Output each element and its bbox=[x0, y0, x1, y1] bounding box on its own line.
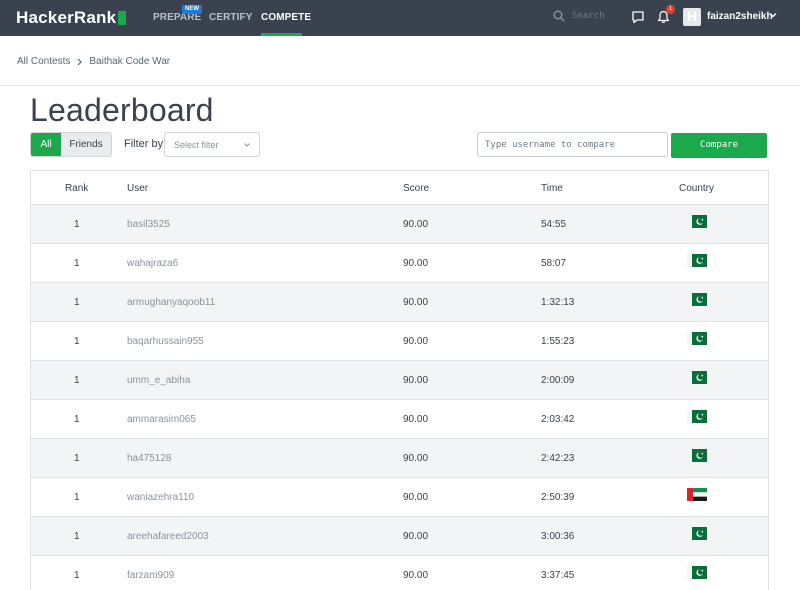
filter-label: Filter by bbox=[124, 138, 164, 150]
pakistan-flag-icon bbox=[687, 449, 707, 465]
username-link[interactable]: umm_e_abiha bbox=[127, 375, 190, 386]
rank-cell: 1 bbox=[74, 414, 80, 425]
header-score[interactable]: Score bbox=[403, 183, 429, 194]
time-cell: 1:55:23 bbox=[541, 336, 575, 347]
nav-compete[interactable]: COMPETE bbox=[261, 12, 311, 23]
pakistan-flag-icon bbox=[687, 215, 707, 231]
rank-cell: 1 bbox=[74, 570, 80, 581]
table-row: 1 farzam909 90.00 3:37:45 bbox=[31, 556, 768, 590]
rank-cell: 1 bbox=[74, 492, 80, 503]
rank-cell: 1 bbox=[74, 297, 80, 308]
breadcrumb-contest[interactable]: Baithak Code War bbox=[89, 56, 170, 67]
chevron-right-icon bbox=[77, 58, 83, 65]
rank-cell: 1 bbox=[74, 336, 80, 347]
username-label[interactable]: faizan2sheikh bbox=[707, 11, 773, 22]
time-cell: 2:00:09 bbox=[541, 375, 575, 386]
pakistan-flag-icon bbox=[687, 566, 707, 582]
score-cell: 90.00 bbox=[403, 258, 429, 269]
time-cell: 54:55 bbox=[541, 219, 567, 230]
score-cell: 90.00 bbox=[403, 492, 429, 503]
chevron-down-icon bbox=[244, 143, 250, 147]
top-nav: HackerRank PREPARE NEW CERTIFY COMPETE S… bbox=[0, 0, 800, 36]
avatar[interactable]: H bbox=[683, 8, 701, 26]
username-link[interactable]: areehafareed2003 bbox=[127, 531, 209, 542]
header-country[interactable]: Country bbox=[679, 183, 714, 194]
pakistan-flag-icon bbox=[687, 527, 707, 543]
username-link[interactable]: ha475128 bbox=[127, 453, 172, 464]
username-link[interactable]: wahajraza6 bbox=[127, 258, 178, 269]
new-badge: NEW bbox=[182, 5, 202, 14]
time-cell: 2:50:39 bbox=[541, 492, 575, 503]
table-row: 1 wahajraza6 90.00 58:07 bbox=[31, 244, 768, 283]
score-cell: 90.00 bbox=[403, 531, 429, 542]
pakistan-flag-icon bbox=[687, 254, 707, 270]
username-link[interactable]: basil3525 bbox=[127, 219, 170, 230]
score-cell: 90.00 bbox=[403, 297, 429, 308]
table-row: 1 umm_e_abiha 90.00 2:00:09 bbox=[31, 361, 768, 400]
score-cell: 90.00 bbox=[403, 336, 429, 347]
header-time[interactable]: Time bbox=[541, 183, 563, 194]
active-nav-indicator bbox=[261, 33, 302, 36]
nav-certify[interactable]: CERTIFY bbox=[209, 12, 252, 23]
tab-friends[interactable]: Friends bbox=[61, 133, 111, 156]
page-title: Leaderboard bbox=[30, 92, 214, 128]
table-row: 1 ammarasim065 90.00 2:03:42 bbox=[31, 400, 768, 439]
score-cell: 90.00 bbox=[403, 414, 429, 425]
table-row: 1 ha475128 90.00 2:42:23 bbox=[31, 439, 768, 478]
chevron-down-icon[interactable] bbox=[768, 10, 778, 20]
rank-cell: 1 bbox=[74, 453, 80, 464]
username-link[interactable]: farzam909 bbox=[127, 570, 174, 581]
rank-cell: 1 bbox=[74, 375, 80, 386]
pakistan-flag-icon bbox=[687, 410, 707, 426]
tab-all[interactable]: All bbox=[31, 133, 61, 156]
score-cell: 90.00 bbox=[403, 570, 429, 581]
logo-mark bbox=[118, 11, 127, 25]
rank-cell: 1 bbox=[74, 258, 80, 269]
table-row: 1 basil3525 90.00 54:55 bbox=[31, 205, 768, 244]
notification-count-badge: 1 bbox=[666, 5, 675, 14]
search-placeholder: Search bbox=[572, 11, 605, 21]
time-cell: 3:00:36 bbox=[541, 531, 575, 542]
header-user[interactable]: User bbox=[127, 183, 148, 194]
pakistan-flag-icon bbox=[687, 293, 707, 309]
score-cell: 90.00 bbox=[403, 219, 429, 230]
table-row: 1 areehafareed2003 90.00 3:00:36 bbox=[31, 517, 768, 556]
breadcrumb-all-contests[interactable]: All Contests bbox=[17, 56, 70, 67]
time-cell: 2:42:23 bbox=[541, 453, 575, 464]
header-divider bbox=[0, 85, 800, 86]
filter-select[interactable]: Select filter bbox=[164, 132, 260, 157]
pakistan-flag-icon bbox=[687, 371, 707, 387]
compare-button[interactable]: Compare bbox=[671, 133, 767, 158]
rank-cell: 1 bbox=[74, 531, 80, 542]
score-cell: 90.00 bbox=[403, 453, 429, 464]
header-rank[interactable]: Rank bbox=[65, 183, 88, 194]
uae-flag-icon bbox=[687, 488, 707, 504]
messages-icon[interactable] bbox=[631, 10, 645, 24]
time-cell: 3:37:45 bbox=[541, 570, 575, 581]
hackerrank-logo[interactable]: HackerRank bbox=[16, 8, 127, 28]
table-header: Rank User Score Time Country bbox=[31, 171, 768, 205]
compare-username-input[interactable] bbox=[477, 132, 668, 157]
search-icon bbox=[553, 10, 565, 22]
time-cell: 1:32:13 bbox=[541, 297, 575, 308]
username-link[interactable]: baqarhussain955 bbox=[127, 336, 204, 347]
pakistan-flag-icon bbox=[687, 332, 707, 348]
leaderboard-table: Rank User Score Time Country 1 basil3525 9… bbox=[30, 170, 769, 590]
search-box[interactable]: Search bbox=[553, 10, 605, 22]
username-link[interactable]: ammarasim065 bbox=[127, 414, 196, 425]
logo-text: HackerRank bbox=[16, 8, 117, 27]
breadcrumb: All Contests Baithak Code War bbox=[17, 56, 170, 67]
rank-cell: 1 bbox=[74, 219, 80, 230]
filter-placeholder: Select filter bbox=[174, 140, 219, 150]
username-link[interactable]: waniazehra110 bbox=[127, 492, 194, 503]
username-link[interactable]: armughanyaqoob11 bbox=[127, 297, 215, 308]
time-cell: 2:03:42 bbox=[541, 414, 575, 425]
score-cell: 90.00 bbox=[403, 375, 429, 386]
audience-toggle: All Friends bbox=[30, 132, 112, 157]
table-row: 1 baqarhussain955 90.00 1:55:23 bbox=[31, 322, 768, 361]
table-row: 1 waniazehra110 90.00 2:50:39 bbox=[31, 478, 768, 517]
time-cell: 58:07 bbox=[541, 258, 567, 269]
table-row: 1 armughanyaqoob11 90.00 1:32:13 bbox=[31, 283, 768, 322]
